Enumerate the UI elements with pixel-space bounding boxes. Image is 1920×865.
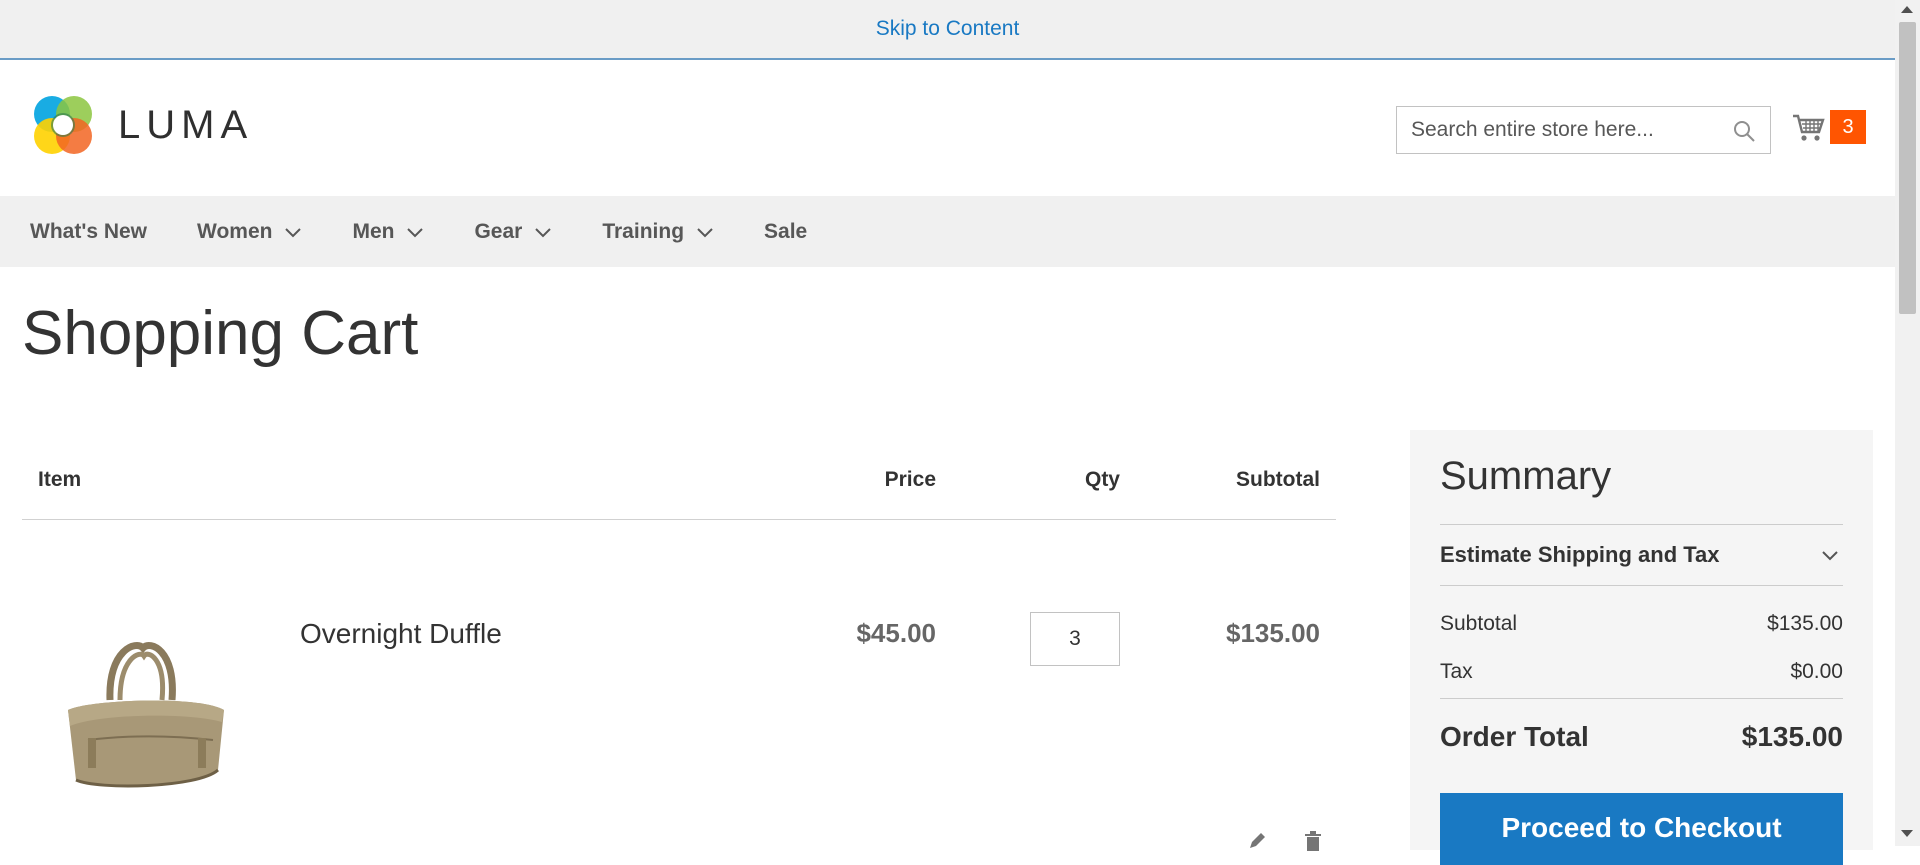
column-header-item: Item [38,468,82,491]
edit-icon[interactable] [1246,830,1268,852]
qty-input[interactable] [1030,612,1120,666]
column-header-qty: Qty [1084,468,1120,491]
page-scrollbar[interactable] [1895,0,1920,846]
chevron-down-icon [407,227,424,237]
nav-item-label: Women [197,219,273,243]
order-total-label: Order Total [1440,721,1589,752]
row-actions [1246,830,1324,852]
chevron-down-icon [535,227,552,237]
nav-item-gear[interactable]: Gear [474,220,552,244]
nav-item-men[interactable]: Men [352,220,424,244]
summary-subtotal-value: $135.00 [1767,612,1843,635]
search-icon[interactable] [1732,119,1756,143]
product-image[interactable] [48,640,238,800]
luma-logo-icon [34,96,92,154]
cart-count-badge: 3 [1830,110,1866,144]
page-title: Shopping Cart [22,299,419,368]
column-header-subtotal: Subtotal [1236,468,1320,491]
summary-tax-value: $0.00 [1790,660,1843,683]
cart-summary: Summary Estimate Shipping and Tax Subtot… [1410,430,1873,865]
cart-table-header: Item Price Qty Subtotal [22,448,1336,520]
nav-item-label: Training [602,219,685,243]
product-name-link[interactable]: Overnight Duffle [300,618,502,650]
summary-tax-row: Tax $0.00 [1440,660,1843,699]
summary-subtotal-label: Subtotal [1440,612,1518,635]
skip-bar: Skip to Content [0,0,1895,60]
cart-item-row: Overnight Duffle $45.00 $135.00 [22,520,1336,852]
column-header-price: Price [884,468,936,491]
brand-name: LUMA [118,102,254,147]
main-navigation: What's New Women Men Gear Training Sale [0,196,1895,267]
nav-item-training[interactable]: Training [602,220,714,244]
nav-item-label: Men [352,219,395,243]
summary-subtotal-row: Subtotal $135.00 [1440,612,1843,636]
nav-item-label: What's New [30,219,148,243]
estimate-shipping-label: Estimate Shipping and Tax [1440,542,1720,567]
search-box [1396,106,1771,154]
chevron-down-icon [1822,551,1838,561]
chevron-down-icon [285,227,302,237]
order-total-value: $135.00 [1741,721,1843,752]
nav-item-women[interactable]: Women [197,220,302,244]
proceed-to-checkout-button[interactable]: Proceed to Checkout [1440,793,1843,865]
nav-item-label: Sale [764,219,808,243]
cart-table: Item Price Qty Subtotal Overnight Duffle… [22,448,1336,852]
item-price: $45.00 [856,618,936,648]
estimate-shipping-toggle[interactable]: Estimate Shipping and Tax [1440,524,1843,586]
skip-to-content-link[interactable]: Skip to Content [876,17,1020,41]
scroll-down-arrow-icon[interactable] [1901,830,1913,837]
site-header: LUMA 3 [0,62,1895,196]
scroll-up-arrow-icon[interactable] [1901,6,1913,13]
nav-item-whats-new[interactable]: What's New [30,220,147,244]
minicart[interactable]: 3 [1792,110,1866,144]
summary-total-row: Order Total $135.00 [1440,721,1843,753]
summary-tax-label: Tax [1440,660,1473,683]
nav-item-label: Gear [474,219,523,243]
chevron-down-icon [697,227,713,237]
trash-icon[interactable] [1302,830,1324,852]
summary-title: Summary [1440,454,1612,498]
item-subtotal: $135.00 [1226,618,1320,648]
nav-item-sale[interactable]: Sale [764,220,807,244]
logo[interactable]: LUMA [30,92,253,158]
search-input[interactable] [1397,108,1717,152]
cart-icon [1793,114,1825,141]
scroll-thumb[interactable] [1899,22,1916,314]
